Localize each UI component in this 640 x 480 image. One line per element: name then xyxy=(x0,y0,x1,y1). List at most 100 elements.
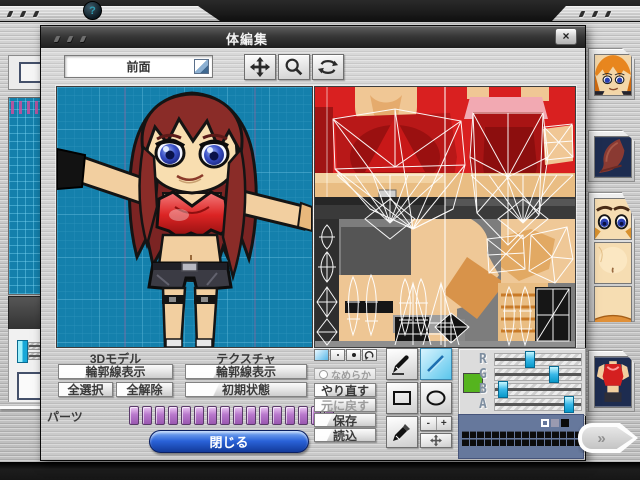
parts-label: パーツ xyxy=(47,408,91,425)
ellipse-tool-button[interactable] xyxy=(420,382,452,414)
green-slider-handle[interactable] xyxy=(549,366,559,383)
rivet-icon xyxy=(592,11,599,17)
part-segment[interactable] xyxy=(181,406,191,425)
rotate-tool-button[interactable] xyxy=(312,54,344,80)
part-segment[interactable] xyxy=(129,406,139,425)
palette-cell[interactable] xyxy=(522,431,529,438)
load-button[interactable]: 読込 xyxy=(314,428,376,442)
palette-cell[interactable] xyxy=(500,439,507,446)
part-segment[interactable] xyxy=(168,406,178,425)
palette-cell[interactable] xyxy=(567,431,574,438)
palette-cell[interactable] xyxy=(462,439,469,446)
texture-viewport[interactable] xyxy=(314,86,576,348)
palette-cell[interactable] xyxy=(560,431,567,438)
part-segment[interactable] xyxy=(142,406,152,425)
palette-cell[interactable] xyxy=(507,431,514,438)
part-segment[interactable] xyxy=(233,406,243,425)
zoom-out-label[interactable]: - xyxy=(421,417,437,430)
palette-cell[interactable] xyxy=(515,439,522,446)
line-tool-button[interactable] xyxy=(420,348,452,380)
alpha-slider-handle[interactable] xyxy=(564,396,574,413)
view-select[interactable]: 前面 xyxy=(64,55,213,78)
palette-cell[interactable] xyxy=(492,431,499,438)
palette-cell[interactable] xyxy=(537,431,544,438)
save-button[interactable]: 保存 xyxy=(314,413,376,427)
palette-cell[interactable] xyxy=(545,431,552,438)
palette-cell[interactable] xyxy=(530,439,537,446)
palette-cell[interactable] xyxy=(537,439,544,446)
selected-swatch[interactable] xyxy=(541,419,549,427)
black-swatch[interactable] xyxy=(561,419,569,427)
move-tool-button[interactable] xyxy=(244,54,276,80)
eyedropper-tool-button[interactable] xyxy=(386,416,418,448)
background-slider-handle[interactable] xyxy=(17,340,28,363)
zoom-in-label[interactable]: + xyxy=(437,417,452,430)
texture-outline-button[interactable]: 輪郭線表示 xyxy=(185,364,307,379)
palette-cell[interactable] xyxy=(492,439,499,446)
redo-button[interactable]: やり直す xyxy=(314,383,376,397)
palette-cell[interactable] xyxy=(530,431,537,438)
part-segment[interactable] xyxy=(207,406,217,425)
pen-tool-button[interactable] xyxy=(386,348,418,380)
select-all-button[interactable]: 全選択 xyxy=(58,382,113,397)
sidebar-group-face-body[interactable] xyxy=(588,192,635,322)
palette-cell[interactable] xyxy=(567,439,574,446)
lasso-button[interactable] xyxy=(362,349,377,361)
zoom-tool-button[interactable] xyxy=(278,54,310,80)
palette-cell[interactable] xyxy=(477,439,484,446)
part-segment[interactable] xyxy=(246,406,256,425)
blue-slider-handle[interactable] xyxy=(498,381,508,398)
smooth-option[interactable]: なめらか xyxy=(314,368,376,380)
close-dialog-button[interactable]: 閉じる xyxy=(149,430,309,453)
dialog-titlebar[interactable]: 体編集 × xyxy=(41,26,585,49)
dialog-content: 前面 xyxy=(41,48,585,460)
red-slider-handle[interactable] xyxy=(525,351,535,368)
sidebar-item-body[interactable] xyxy=(588,350,635,412)
pan-tool-button[interactable] xyxy=(420,433,452,448)
model-outline-button[interactable]: 輪郭線表示 xyxy=(58,364,173,379)
palette-cell[interactable] xyxy=(485,431,492,438)
zoom-step-button[interactable]: -+ xyxy=(420,416,452,431)
part-segment[interactable] xyxy=(194,406,204,425)
sidebar-item-head[interactable] xyxy=(588,48,635,100)
texture-reset-button[interactable]: 初期状態 xyxy=(185,382,307,397)
part-segment[interactable] xyxy=(285,406,295,425)
sidebar-item-hair[interactable] xyxy=(588,130,635,182)
green-slider[interactable] xyxy=(494,368,582,381)
palette-cell[interactable] xyxy=(477,431,484,438)
part-segment[interactable] xyxy=(272,406,282,425)
part-segment[interactable] xyxy=(155,406,165,425)
model-viewport[interactable] xyxy=(56,86,313,348)
brush-size-small-button[interactable] xyxy=(314,349,329,361)
undo-button[interactable]: 元に戻す xyxy=(314,398,376,412)
palette-cell[interactable] xyxy=(552,431,559,438)
palette-cell[interactable] xyxy=(500,431,507,438)
red-slider[interactable] xyxy=(494,353,582,366)
brush-size-large-button[interactable] xyxy=(346,349,361,361)
palette-cell[interactable] xyxy=(545,439,552,446)
palette-cell[interactable] xyxy=(470,439,477,446)
brush-size-medium-button[interactable] xyxy=(330,349,345,361)
palette-cell[interactable] xyxy=(552,439,559,446)
blue-channel-label: B xyxy=(479,383,494,396)
palette-cell[interactable] xyxy=(522,439,529,446)
close-button[interactable]: × xyxy=(555,28,577,45)
deselect-all-button[interactable]: 全解除 xyxy=(116,382,173,397)
part-segment[interactable] xyxy=(298,406,308,425)
palette-cell[interactable] xyxy=(515,431,522,438)
gray-swatch[interactable] xyxy=(551,419,559,427)
palette-cell[interactable] xyxy=(462,431,469,438)
help-button[interactable]: ? xyxy=(83,1,102,20)
palette-cell[interactable] xyxy=(507,439,514,446)
palette-cell[interactable] xyxy=(560,439,567,446)
blue-slider[interactable] xyxy=(494,383,582,396)
rectangle-tool-button[interactable] xyxy=(386,382,418,414)
alpha-slider[interactable] xyxy=(494,398,582,411)
part-segment[interactable] xyxy=(220,406,230,425)
expand-button[interactable]: » xyxy=(578,423,638,453)
rgba-panel: R G B A xyxy=(458,348,586,416)
palette-cell[interactable] xyxy=(485,439,492,446)
background-button-frame[interactable] xyxy=(8,55,44,90)
part-segment[interactable] xyxy=(259,406,269,425)
palette-cell[interactable] xyxy=(470,431,477,438)
